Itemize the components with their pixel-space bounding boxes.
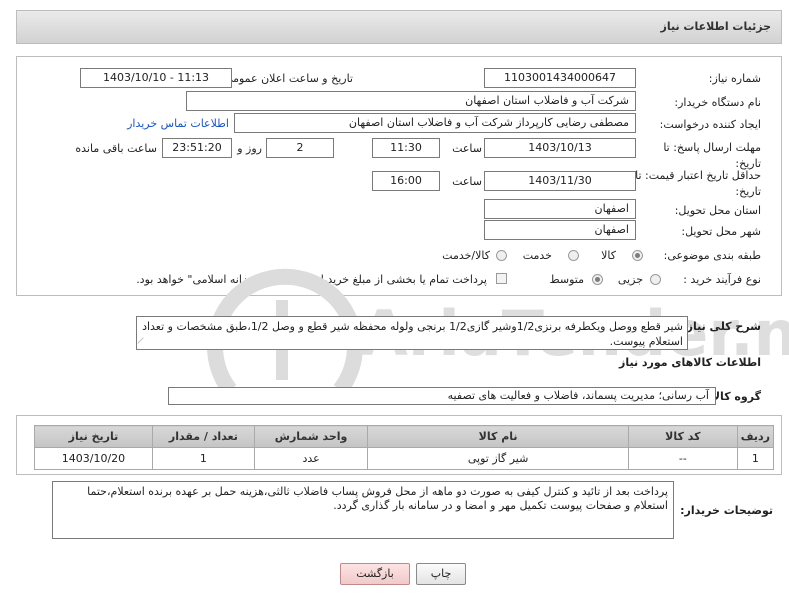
cell-qty: 1: [151, 447, 255, 470]
purchase-type-label: نوع فرآیند خرید :: [683, 273, 761, 286]
treasury-checkbox[interactable]: [496, 273, 507, 284]
validity-date-field[interactable]: 1403/11/30: [484, 171, 636, 191]
purchase-option-medium: متوسط: [549, 273, 584, 286]
col-header-date: تاریخ نیاز: [34, 425, 153, 448]
category-radio-service[interactable]: [568, 250, 579, 261]
remaining-label: ساعت باقی مانده: [75, 142, 157, 155]
validity-time-label: ساعت: [452, 175, 482, 188]
remaining-time-field[interactable]: 23:51:20: [162, 138, 232, 158]
treasury-note: پرداخت تمام یا بخشی از مبلغ خرید،از محل …: [136, 273, 487, 286]
days-field[interactable]: 2: [266, 138, 334, 158]
page-title: جزئیات اطلاعات نیاز: [660, 20, 772, 33]
announce-datetime-field[interactable]: 1403/10/10 - 11:13: [80, 68, 232, 88]
back-button[interactable]: بازگشت: [340, 563, 410, 585]
print-button[interactable]: چاپ: [416, 563, 466, 585]
city-field[interactable]: اصفهان: [484, 220, 636, 240]
cell-unit: عدد: [253, 447, 369, 470]
col-header-unit: واحد شمارش: [253, 425, 369, 448]
creator-field[interactable]: مصطفی رضایی کارپرداز شرکت آب و فاضلاب اس…: [234, 113, 636, 133]
items-table: ردیف کد کالا نام کالا واحد شمارش تعداد /…: [34, 425, 775, 470]
category-radio-goods-service[interactable]: [496, 250, 507, 261]
announce-label: تاریخ و ساعت اعلان عمومی:: [220, 72, 353, 85]
need-number-label: شماره نیاز:: [708, 72, 761, 85]
items-section-title: اطلاعات کالاهای مورد نیاز: [619, 356, 761, 369]
buyer-notes-label: توضیحات خریدار:: [680, 504, 773, 517]
description-label: شرح کلی نیاز:: [682, 320, 761, 333]
province-field[interactable]: اصفهان: [484, 199, 636, 219]
category-option-service: خدمت: [522, 249, 552, 262]
buyer-org-field[interactable]: شرکت آب و فاضلاب استان اصفهان: [186, 91, 636, 111]
days-label: روز و: [237, 142, 262, 155]
validity-time-field[interactable]: 16:00: [372, 171, 440, 191]
city-label: شهر محل تحویل:: [681, 225, 761, 238]
province-label: استان محل تحویل:: [674, 204, 761, 217]
category-label: طبقه بندی موضوعی:: [663, 249, 761, 262]
item-group-field[interactable]: آب رسانی؛ مدیریت پسماند، فاضلاب و فعالیت…: [168, 387, 716, 405]
reply-time-field[interactable]: 11:30: [372, 138, 440, 158]
creator-label: ایجاد کننده درخواست:: [659, 118, 761, 131]
category-option-goods: کالا: [601, 249, 616, 262]
contact-info-link[interactable]: اطلاعات تماس خریدار: [127, 117, 229, 130]
purchase-radio-minor[interactable]: [650, 274, 661, 285]
reply-date-field[interactable]: 1403/10/13: [484, 138, 636, 158]
cell-date: 1403/10/20: [34, 447, 153, 470]
category-option-goods-service: کالا/خدمت: [442, 249, 490, 262]
reply-time-label: ساعت: [452, 142, 482, 155]
col-header-row: ردیف: [736, 425, 775, 448]
purchase-radio-medium[interactable]: [592, 274, 603, 285]
buyer-notes-field[interactable]: پرداخت بعد از تائید و کنترل کیفی به صورت…: [52, 481, 674, 539]
price-validity-label: حداقل تاریخ اعتبار قیمت: تا تاریخ:: [635, 169, 761, 198]
page-header: جزئیات اطلاعات نیاز: [16, 10, 782, 44]
cell-code: --: [627, 447, 738, 470]
buyer-org-label: نام دستگاه خریدار:: [674, 96, 761, 109]
cell-row: 1: [736, 447, 775, 470]
need-number-field[interactable]: 1103001434000647: [484, 68, 636, 88]
col-header-qty: تعداد / مقدار: [151, 425, 255, 448]
col-header-name: نام کالا: [367, 425, 629, 448]
col-header-code: کد کالا: [627, 425, 738, 448]
table-row[interactable]: 1 -- شیر گاز توپی عدد 1 1403/10/20: [34, 447, 775, 470]
purchase-option-minor: جزیی: [617, 273, 643, 286]
category-radio-goods[interactable]: [632, 250, 643, 261]
cell-name: شیر گاز توپی: [367, 447, 629, 470]
description-field[interactable]: شیر قطع ووصل ویکطرفه برنزی1/2وشیر گازی1/…: [136, 316, 688, 350]
